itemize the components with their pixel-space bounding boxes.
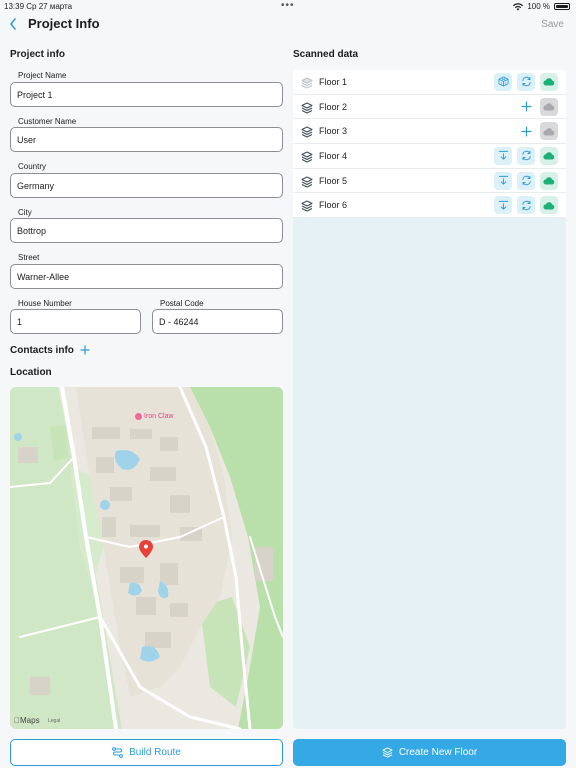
layers-icon [301,199,313,212]
add-icon[interactable] [517,98,535,116]
build-route-button[interactable]: Build Route [10,739,283,766]
floor-row[interactable]: Floor 3 [293,119,566,145]
city-label: City [18,208,32,217]
floor-actions [494,196,558,215]
house-number-input[interactable] [10,309,141,334]
floor-row[interactable]: Floor 2 [293,94,566,120]
battery-icon [554,3,570,10]
street-label: Street [18,253,40,262]
floor-name: Floor 5 [319,175,348,186]
status-time: 13:39 Ср 27 марта [4,2,73,11]
floor-actions [494,72,558,91]
city-input[interactable] [10,218,283,243]
map-poi[interactable]: Iron Claw [135,413,174,420]
floor-name: Floor 3 [319,126,348,137]
add-icon[interactable] [517,122,535,140]
sync-icon[interactable] [517,72,535,91]
map-legal-link[interactable]: Legal [48,718,60,724]
sync-icon[interactable] [517,196,535,215]
sync-icon[interactable] [517,171,535,190]
cube-3d-icon[interactable] [494,72,512,91]
floor-name: Floor 1 [319,76,348,87]
postal-code-input[interactable] [152,309,283,334]
status-right: 100 % [513,2,570,11]
save-button[interactable]: Save [541,19,564,30]
download-icon[interactable] [494,146,512,165]
floor-actions [517,97,558,116]
cloud-icon[interactable] [540,146,558,165]
cloud-icon[interactable] [540,171,558,190]
floor-actions [517,122,558,141]
cloud-icon[interactable] [540,196,558,215]
layers-icon [301,76,313,89]
cloud-icon[interactable] [540,72,558,91]
create-new-floor-label: Create New Floor [398,747,478,758]
battery-percent: 100 % [527,2,550,11]
layers-icon [301,125,313,138]
apple-maps-logo: Maps [14,716,40,725]
floor-name: Floor 4 [319,150,348,161]
location-map[interactable]: Iron Claw Maps Legal [10,387,283,729]
customer-name-label: Customer Name [18,117,77,126]
floor-row[interactable]: Floor 1 [293,70,566,95]
layers-icon [301,175,313,188]
project-name-input[interactable] [10,82,283,107]
country-input[interactable] [10,173,283,198]
location-heading: Location [10,367,52,378]
street-input[interactable] [10,264,283,289]
contacts-info-heading: Contacts info [10,345,74,356]
house-number-label: House Number [18,299,72,308]
project-info-heading: Project info [10,49,66,60]
create-new-floor-button[interactable]: Create New Floor [293,739,566,766]
layers-icon [382,747,393,758]
map-canvas [10,387,283,729]
sync-icon[interactable] [517,146,535,165]
floor-actions [494,171,558,190]
postal-code-label: Postal Code [160,299,204,308]
contacts-info-row: Contacts info [10,345,90,356]
floor-row[interactable]: Floor 5 [293,168,566,194]
location-pin-icon[interactable] [139,540,153,558]
layers-icon [301,150,313,163]
add-contact-plus-icon[interactable] [80,345,90,356]
floor-name: Floor 2 [319,101,348,112]
cloud-icon[interactable] [540,97,558,116]
multitasking-dots-icon[interactable]: ••• [281,0,295,11]
floor-name: Floor 6 [319,200,348,211]
cloud-icon[interactable] [540,122,558,141]
project-name-label: Project Name [18,71,67,80]
floor-row[interactable]: Floor 6 [293,193,566,219]
scanned-floors-list: Floor 1 Floor 2 Floor 3 Floor 4 Floor 5 Floor… [293,70,566,729]
scanned-data-heading: Scanned data [293,49,359,60]
download-icon[interactable] [494,196,512,215]
route-icon [112,747,124,758]
navigation-bar: Project Info Save [0,14,576,40]
build-route-label: Build Route [129,747,181,758]
poi-marker-icon [135,413,142,420]
status-bar: 13:39 Ср 27 марта ••• 100 % [0,0,576,14]
layers-icon [301,101,313,114]
wifi-icon [513,2,524,10]
country-label: Country [18,162,47,171]
floor-actions [494,146,558,165]
download-icon[interactable] [494,171,512,190]
back-chevron-icon[interactable] [8,17,22,31]
customer-name-input[interactable] [10,127,283,152]
floor-row[interactable]: Floor 4 [293,144,566,169]
page-title: Project Info [28,16,100,31]
